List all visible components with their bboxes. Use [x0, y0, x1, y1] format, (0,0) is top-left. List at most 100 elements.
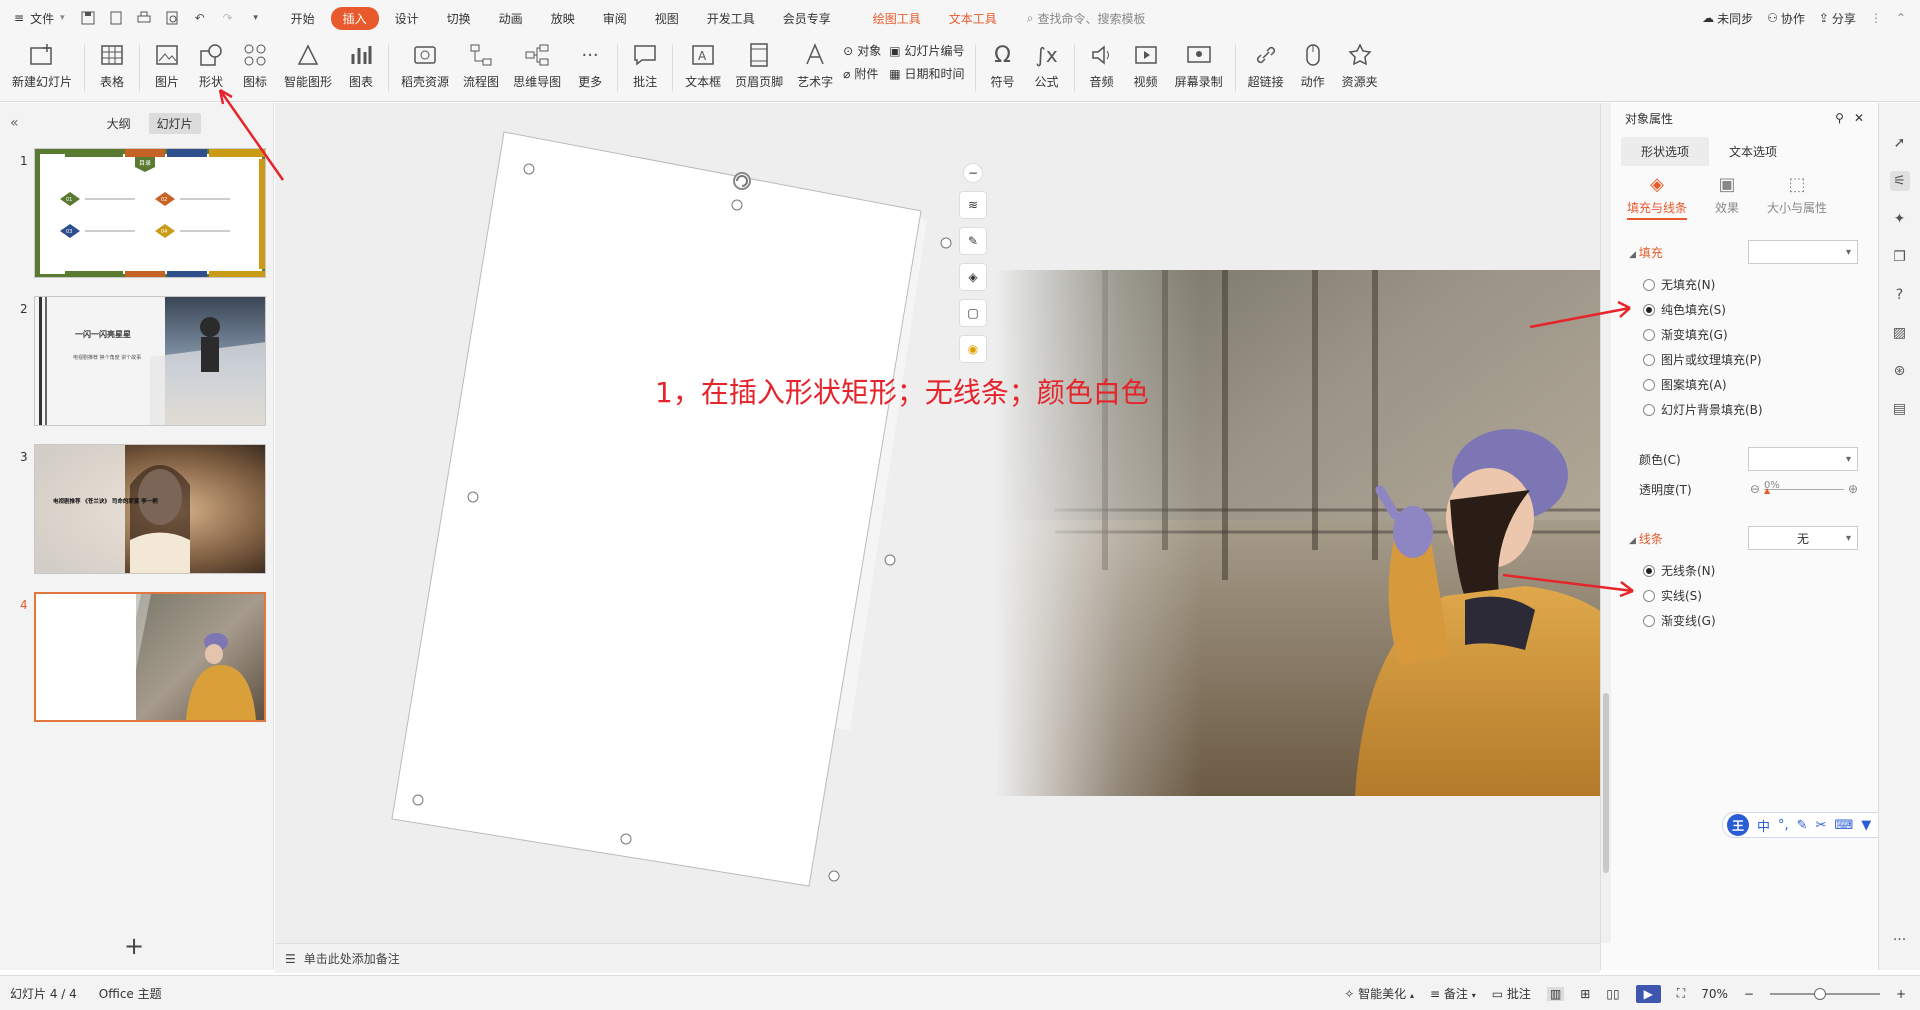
tab-drawing-tools[interactable]: 绘图工具 — [861, 7, 933, 30]
tab-text-tools[interactable]: 文本工具 — [937, 7, 1009, 30]
comments-toggle-button[interactable]: ▭ 批注 — [1492, 985, 1531, 1002]
collapse-ribbon-icon[interactable]: ⌃ — [1896, 11, 1906, 25]
pin-icon[interactable]: ✦ — [1890, 209, 1910, 229]
resources-button[interactable]: 资源夹 — [1338, 36, 1382, 96]
fill-option-none[interactable]: 无填充(N) — [1601, 272, 1878, 297]
color-picker-dropdown[interactable] — [1748, 447, 1858, 471]
fill-option-slide-bg[interactable]: 幻灯片背景填充(B) — [1601, 397, 1878, 422]
fill-section-title[interactable]: ◢ 填充 — [1629, 244, 1663, 261]
sliders-icon[interactable]: ⚟ — [1889, 171, 1910, 191]
tab-member[interactable]: 会员专享 — [771, 7, 843, 30]
zoom-slider[interactable] — [1769, 987, 1880, 1000]
notes-toggle-button[interactable]: ≡ 备注 ▾ — [1430, 985, 1476, 1002]
object-button[interactable]: ⊙ 对象 — [843, 42, 881, 59]
crop-button[interactable]: ▢ — [959, 299, 987, 327]
tab-outline[interactable]: 大纲 — [99, 113, 139, 134]
export-pdf-icon[interactable] — [107, 9, 125, 27]
hyperlink-button[interactable]: 超链接 — [1244, 36, 1288, 96]
panel-title[interactable]: 对象属性 — [1625, 110, 1673, 127]
tab-insert[interactable]: 插入 — [330, 6, 379, 30]
slide-thumbnail-3[interactable]: 电视剧推荐 《苍兰诀》 司命的家宴 李一桐 — [34, 444, 266, 574]
selection-handles[interactable] — [412, 163, 952, 882]
slide-thumbnail-2[interactable]: 一闪一闪亮星星 电视剧推荐 换个角度 讲个故事 — [34, 296, 266, 426]
scrollbar-thumb[interactable] — [1603, 693, 1609, 873]
collab-button[interactable]: ⚇ 协作 — [1767, 10, 1805, 27]
chart-button[interactable]: 图表 — [342, 36, 380, 96]
fill-option-picture[interactable]: 图片或纹理填充(P) — [1601, 347, 1878, 372]
slide-thumbnail-4[interactable] — [34, 592, 266, 722]
add-slide-button[interactable]: + — [124, 932, 144, 960]
more-options-icon[interactable]: ⋮ — [1870, 11, 1882, 25]
pen-icon[interactable]: ✎ — [1797, 818, 1808, 833]
beautify-button[interactable]: ✧ 智能美化 ▴ — [1344, 985, 1414, 1002]
tab-developer[interactable]: 开发工具 — [695, 7, 767, 30]
picture-button[interactable]: 图片 — [148, 36, 186, 96]
collapse-pane-icon[interactable]: « — [10, 115, 19, 131]
wordart-button[interactable]: 艺术字 — [793, 36, 837, 96]
rotated-white-rectangle[interactable] — [391, 131, 922, 887]
copy-icon[interactable]: ❐ — [1890, 247, 1910, 267]
subtab-effect[interactable]: ▣ 效果 — [1715, 174, 1739, 220]
undo-icon[interactable]: ↶ — [191, 9, 209, 27]
smartart-button[interactable]: 智能图形 — [280, 36, 336, 96]
header-footer-button[interactable]: 页眉页脚 — [731, 36, 787, 96]
shell-resources-button[interactable]: 稻壳资源 — [397, 36, 453, 96]
print-icon[interactable] — [135, 9, 153, 27]
slider-thumb[interactable]: ▲ — [1764, 486, 1770, 495]
zoom-slider-thumb[interactable] — [1813, 987, 1826, 1000]
textbox-button[interactable]: A 文本框 — [681, 36, 725, 96]
line-type-dropdown[interactable]: 无 — [1748, 526, 1858, 550]
skin-icon[interactable]: ▼ — [1861, 818, 1871, 833]
rocket-icon[interactable]: ➚ — [1890, 133, 1910, 153]
slide-thumbnail-1[interactable]: 目录 01 02 03 04 — [34, 148, 266, 278]
panel-scrollbar[interactable] — [1601, 103, 1611, 943]
table-button[interactable]: 表格 — [93, 36, 131, 96]
keyboard-icon[interactable]: ⌨ — [1834, 818, 1853, 833]
fill-option-pattern[interactable]: 图案填充(A) — [1601, 372, 1878, 397]
zoom-in-icon[interactable]: + — [1896, 987, 1906, 1001]
tab-text-options[interactable]: 文本选项 — [1709, 137, 1797, 166]
icon-button[interactable]: 图标 — [236, 36, 274, 96]
shape-button[interactable]: 形状 — [192, 36, 230, 96]
line-option-gradient[interactable]: 渐变线(G) — [1601, 608, 1878, 633]
zoom-value[interactable]: 70% — [1701, 987, 1728, 1001]
tab-home[interactable]: 开始 — [279, 7, 327, 30]
formula-button[interactable]: ∫x 公式 — [1028, 36, 1066, 96]
location-icon[interactable]: ⊛ — [1890, 361, 1910, 381]
symbol-button[interactable]: Ω 符号 — [984, 36, 1022, 96]
reading-view-icon[interactable]: ▯▯ — [1606, 987, 1619, 1001]
datetime-button[interactable]: ▦ 日期和时间 — [889, 65, 964, 82]
ime-mode[interactable]: 中 — [1757, 816, 1770, 835]
video-button[interactable]: 视频 — [1127, 36, 1165, 96]
audio-button[interactable]: 音频 — [1083, 36, 1121, 96]
image-icon[interactable]: ▨ — [1890, 323, 1910, 343]
customize-qa-icon[interactable]: ▾ — [247, 9, 265, 27]
flowchart-button[interactable]: 流程图 — [459, 36, 503, 96]
file-menu[interactable]: ≡ 文件 ▾ — [0, 0, 79, 36]
play-button[interactable]: ▶ — [1635, 984, 1661, 1003]
comment-button[interactable]: 批注 — [626, 36, 664, 96]
new-slide-button[interactable]: 新建幻灯片 — [8, 36, 76, 96]
attachment-button[interactable]: ⌀ 附件 — [843, 65, 881, 82]
subtab-size[interactable]: ⬚ 大小与属性 — [1767, 174, 1827, 220]
help-icon[interactable]: ? — [1890, 285, 1910, 305]
idea-button[interactable]: ◉ — [959, 335, 987, 363]
grid-view-icon[interactable]: ⊞ — [1580, 987, 1590, 1001]
tab-slideshow[interactable]: 放映 — [539, 7, 587, 30]
share-button[interactable]: ⇪ 分享 — [1819, 10, 1856, 27]
zoom-out-icon[interactable]: − — [1744, 987, 1754, 1001]
action-button[interactable]: 动作 — [1294, 36, 1332, 96]
tab-shape-options[interactable]: 形状选项 — [1621, 137, 1710, 166]
redo-icon[interactable]: ↷ — [219, 9, 237, 27]
line-option-none[interactable]: 无线条(N) — [1601, 558, 1878, 583]
save-icon[interactable] — [79, 9, 97, 27]
mindmap-button[interactable]: 思维导图 — [509, 36, 565, 96]
tab-design[interactable]: 设计 — [383, 7, 431, 30]
collapse-tools-button[interactable]: − — [963, 163, 983, 183]
line-section-title[interactable]: ◢ 线条 — [1629, 530, 1663, 547]
pin-icon[interactable]: ⚲ — [1835, 111, 1844, 125]
line-option-solid[interactable]: 实线(S) — [1601, 583, 1878, 608]
punctuation-icon[interactable]: °, — [1778, 818, 1789, 833]
ime-toolbar[interactable]: 王 中 °, ✎ ✂ ⌨ ▼ ⚙ — [1722, 812, 1900, 838]
tab-transition[interactable]: 切换 — [435, 7, 483, 30]
